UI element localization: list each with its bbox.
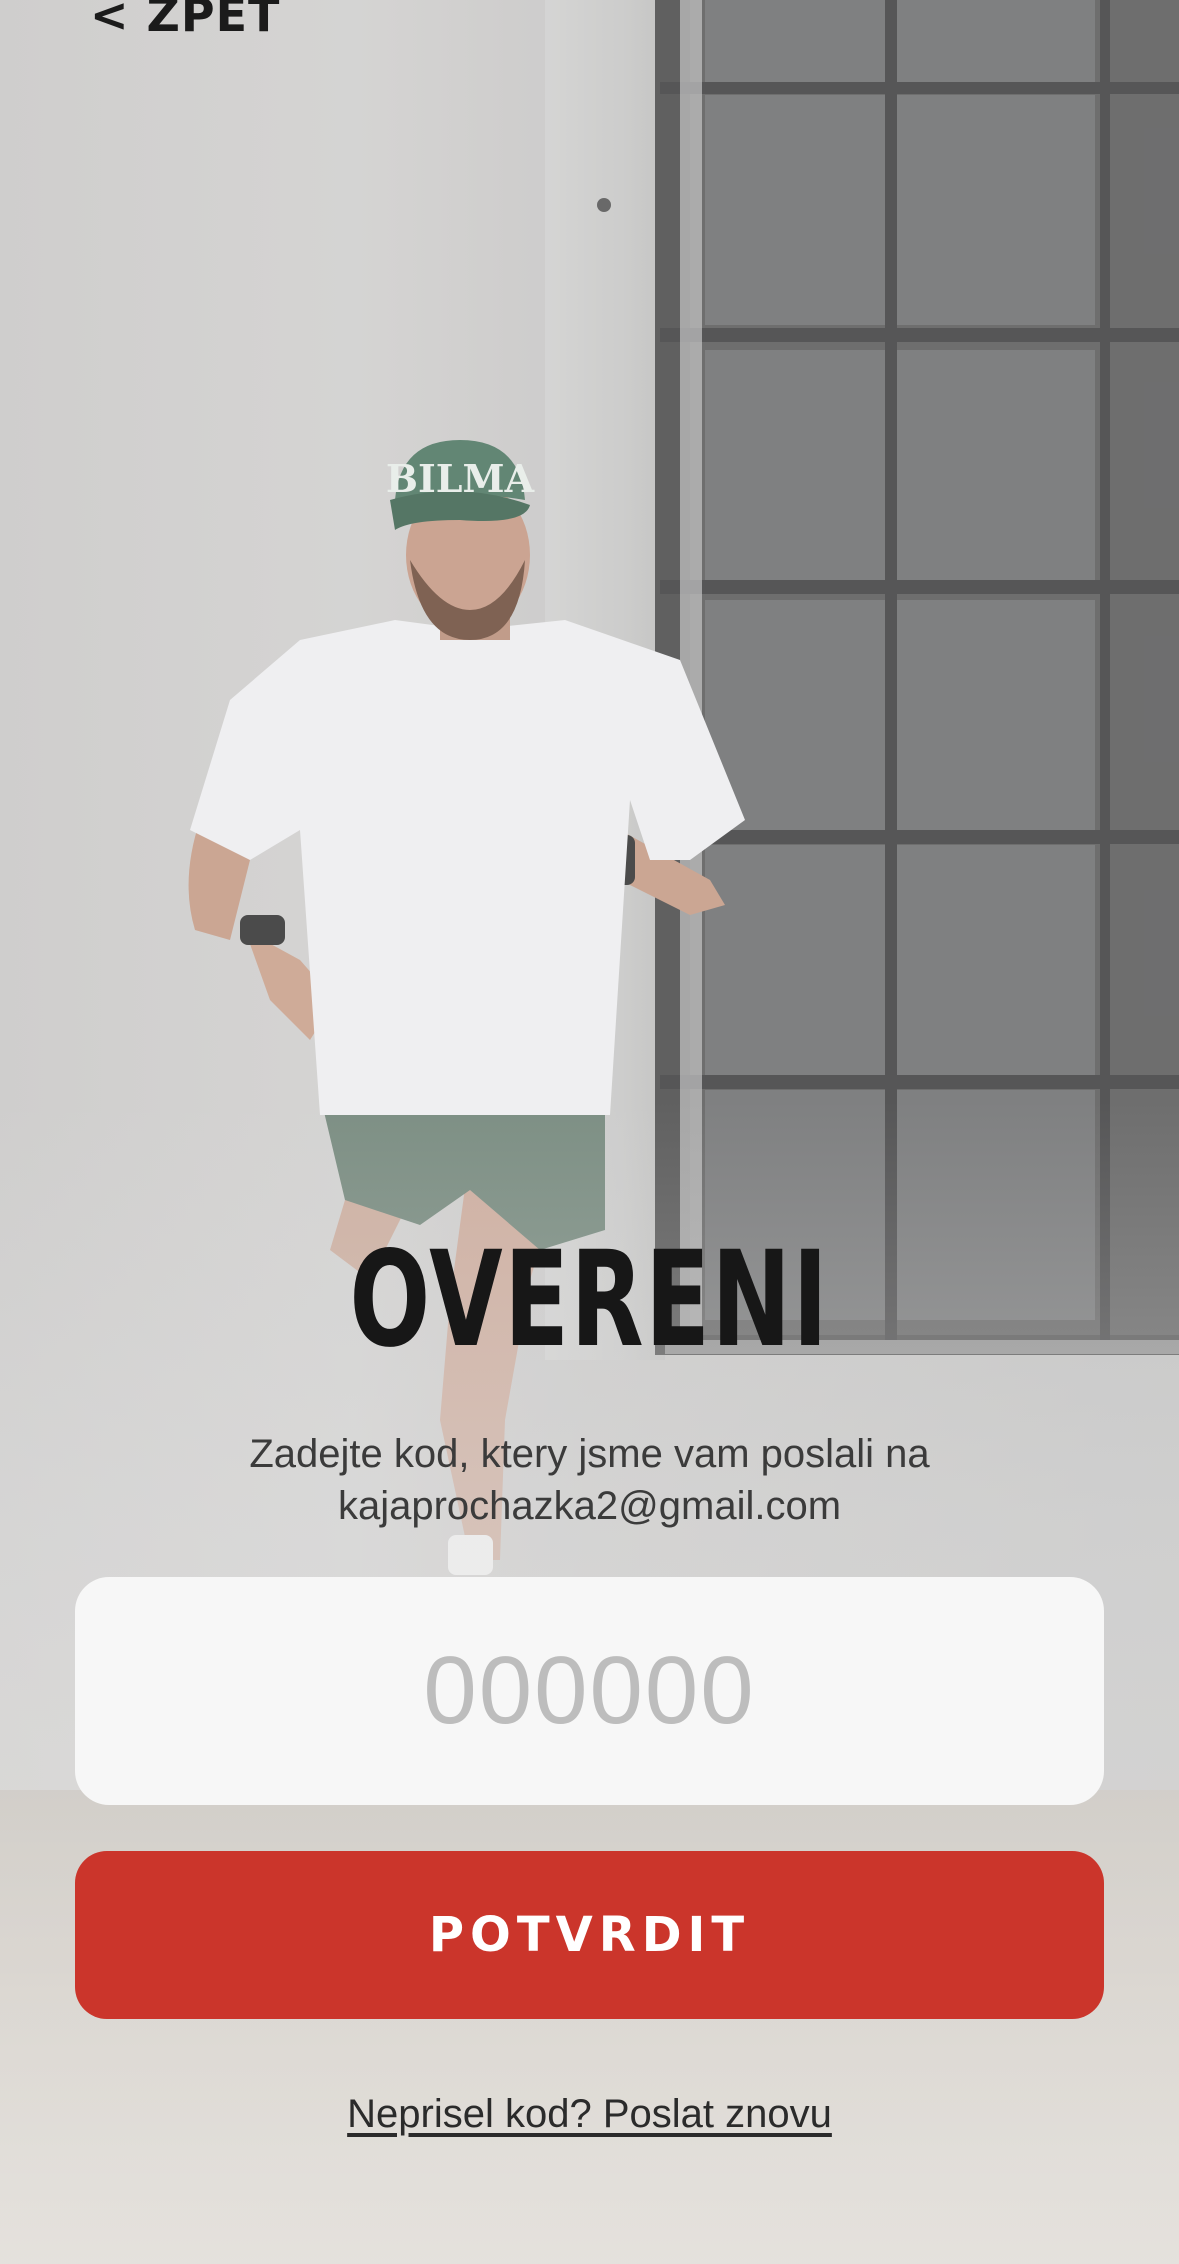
verification-code-input[interactable]	[75, 1577, 1104, 1805]
page-title: OVERENI	[349, 1223, 830, 1377]
resend-code-link[interactable]: Neprisel kod? Poslat znovu	[0, 2092, 1179, 2137]
verification-screen: BILMA < ZPET OVERENI Zadejte kod, ktery …	[0, 0, 1179, 2264]
code-field	[75, 1577, 1104, 1805]
back-button[interactable]: < ZPET	[90, 0, 280, 42]
instruction-line: Zadejte kod, ktery jsme vam poslali na	[249, 1432, 930, 1476]
confirm-button[interactable]: POTVRDIT	[75, 1851, 1104, 2019]
instruction-text: Zadejte kod, ktery jsme vam poslali na k…	[0, 1428, 1179, 1532]
recipient-email: kajaprochazka2@gmail.com	[337, 1484, 842, 1528]
